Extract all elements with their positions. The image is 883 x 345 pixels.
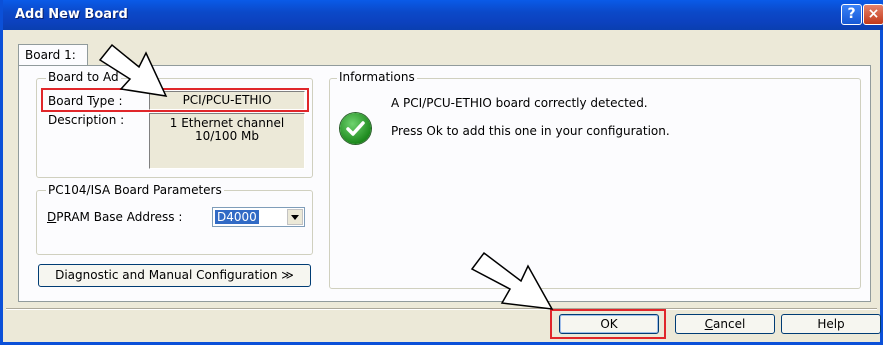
board-type-highlight [41,88,309,112]
detected-message: A PCI/PCU-ETHIO board correctly detected… [391,96,648,110]
cancel-label-rest: ancel [713,317,746,331]
informations-legend: Informations [337,70,417,84]
title-bar[interactable]: Add New Board ? × [3,0,883,30]
dpram-selected-value: D4000 [215,210,259,224]
diagnostic-manual-config-button[interactable]: Diagnostic and Manual Configuration ≫ [38,264,311,287]
window-title: Add New Board [15,7,128,22]
cancel-mnemonic: C [704,317,714,331]
dpram-base-address-select[interactable]: D4000 [212,207,305,227]
pc104-params-legend: PC104/ISA Board Parameters [46,183,224,197]
board-to-add-legend: Board to Ad [46,70,121,84]
close-icon[interactable]: × [863,4,883,25]
description-label: Description : [48,113,125,127]
dpram-label-rest: PRAM Base Address : [56,210,183,224]
help-button[interactable]: Help [781,314,881,334]
press-ok-message: Press Ok to add this one in your configu… [391,124,670,138]
footer-divider [6,308,877,310]
description-value: 1 Ethernet channel 10/100 Mb [149,113,305,169]
description-line-2: 10/100 Mb [194,129,259,143]
chevron-down-icon[interactable] [287,209,303,225]
check-icon [340,113,371,144]
add-new-board-window: Add New Board ? × Board 1: Board to Ad B… [0,0,883,345]
dpram-mnemonic: D [47,210,57,224]
ok-button[interactable]: OK [559,314,659,334]
help-icon[interactable]: ? [841,4,862,25]
dpram-base-address-label: DPRAM Base Address : [47,210,182,224]
tab-board-1[interactable]: Board 1: [18,44,88,66]
cancel-button[interactable]: Cancel [675,314,775,334]
